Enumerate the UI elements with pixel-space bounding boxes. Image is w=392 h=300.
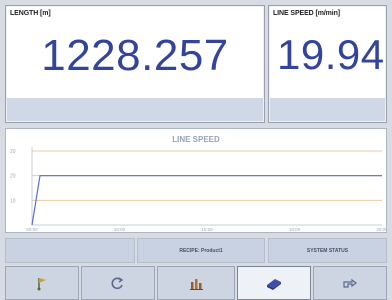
chart-y-tick-label: 20: [10, 174, 16, 180]
chart-title: LINE SPEED: [172, 135, 220, 144]
chart-y-tick-label: 10: [10, 198, 16, 204]
device-icon: [267, 279, 281, 290]
line-speed-chart: LINE SPEED 20 20 10 00:00 10:00 15:00 18:00 20:…: [5, 128, 387, 233]
chart-x-tick-label: 20:00: [376, 227, 386, 232]
length-value: 1228.257: [41, 31, 229, 80]
bottom-toolbar: [0, 266, 392, 300]
length-title: LENGTH [m]: [10, 10, 51, 17]
line-speed-chart-svg: LINE SPEED 20 20 10 00:00 10:00 15:00 18:00 20:…: [10, 135, 386, 232]
line-speed-panel-footer: [270, 98, 385, 121]
length-panel: LENGTH [m] 1228.257: [5, 5, 265, 123]
chart-x-tick-label: 10:00: [114, 227, 126, 232]
chart-x-tick-label: 15:00: [201, 227, 213, 232]
recipe-label: RECIPE: Product1: [137, 238, 265, 263]
device-button[interactable]: [237, 266, 311, 300]
status-bar: RECIPE: Product1 SYSTEM STATUS: [0, 238, 392, 263]
pin-flag-icon: [37, 278, 46, 291]
pin-flag-button[interactable]: [5, 266, 79, 300]
pointing-hand-icon: [343, 278, 357, 288]
refresh-icon: [111, 277, 124, 290]
chart-x-tick-label: 00:00: [26, 227, 38, 232]
line-speed-title: LINE SPEED [m/min]: [273, 10, 341, 17]
line-speed-panel: LINE SPEED [m/min] 19.94: [268, 5, 387, 123]
chart-y-tick-label: 20: [10, 149, 16, 155]
system-status-button[interactable]: SYSTEM STATUS: [268, 238, 387, 263]
chart-x-tick-label: 18:00: [289, 227, 301, 232]
status-cell-empty: [5, 238, 135, 263]
refresh-button[interactable]: [81, 266, 155, 300]
pointing-hand-button[interactable]: [313, 266, 387, 300]
length-panel-footer: [7, 98, 263, 121]
bar-chart-button[interactable]: [157, 266, 235, 300]
line-speed-value: 19.94: [277, 31, 385, 78]
bar-chart-icon: [190, 279, 203, 290]
